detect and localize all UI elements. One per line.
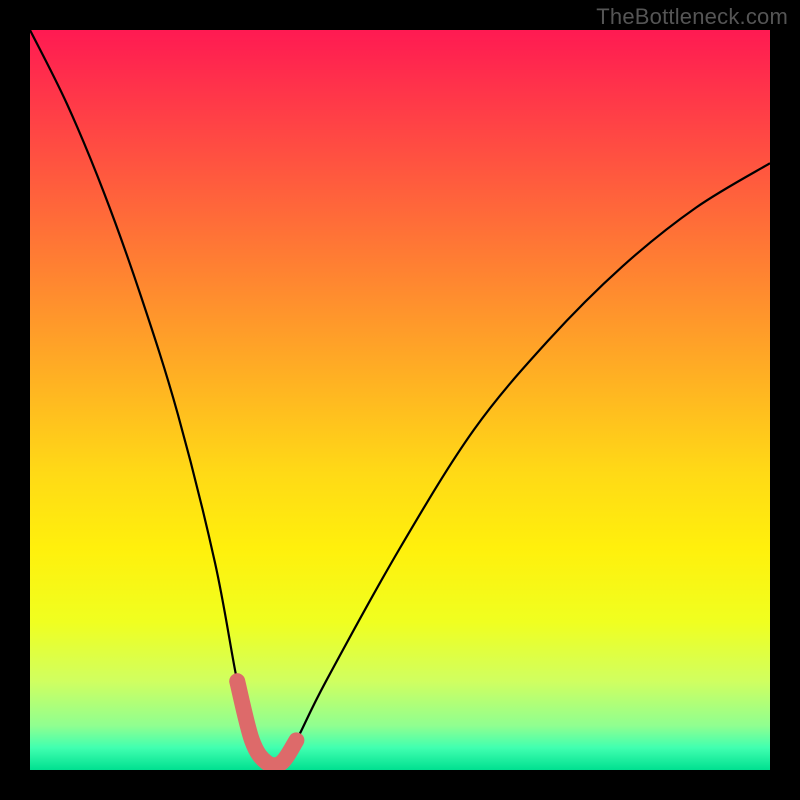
curve-svg bbox=[30, 30, 770, 770]
trough-marker bbox=[237, 681, 296, 765]
plot-area bbox=[30, 30, 770, 770]
chart-frame: TheBottleneck.com bbox=[0, 0, 800, 800]
bottleneck-curve-line bbox=[30, 30, 770, 765]
watermark-text: TheBottleneck.com bbox=[596, 4, 788, 30]
